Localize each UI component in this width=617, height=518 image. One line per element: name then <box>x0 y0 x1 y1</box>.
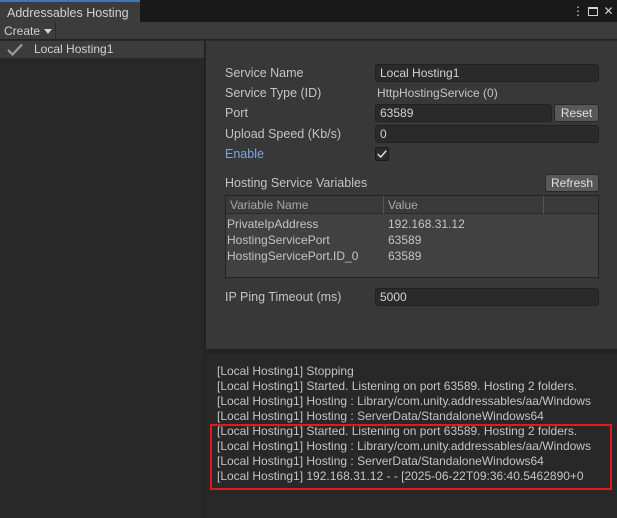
column-header-value[interactable]: Value <box>384 196 544 214</box>
service-name-field[interactable]: Local Hosting1 <box>375 64 599 82</box>
variable-value-cell: 192.168.31.12 <box>388 217 465 231</box>
log-line: [Local Hosting1] Hosting : ServerData/St… <box>217 409 544 423</box>
log-line: [Local Hosting1] Hosting : Library/com.u… <box>217 394 591 408</box>
variable-value-cell: 63589 <box>388 233 422 247</box>
close-icon[interactable]: ✕ <box>603 4 614 18</box>
highlight-annotation-box <box>210 424 612 490</box>
hosting-variables-heading: Hosting Service Variables <box>225 176 368 190</box>
create-dropdown-button[interactable]: Create <box>0 22 56 40</box>
log-line: [Local Hosting1] Started. Listening on p… <box>217 379 578 393</box>
service-list-item-label: Local Hosting1 <box>34 42 114 56</box>
upload-speed-label: Upload Speed (Kb/s) <box>225 127 342 141</box>
variable-name-cell: HostingServicePort <box>227 233 330 247</box>
maximize-icon[interactable] <box>588 7 598 16</box>
table-row[interactable]: PrivateIpAddress 192.168.31.12 <box>226 216 598 232</box>
enable-label: Enable <box>225 147 264 161</box>
ping-timeout-label: IP Ping Timeout (ms) <box>225 290 342 304</box>
port-label: Port <box>225 106 248 120</box>
ping-timeout-field[interactable]: 5000 <box>375 288 599 306</box>
tab-title: Addressables Hosting <box>7 6 129 20</box>
upload-speed-field[interactable]: 0 <box>375 125 599 143</box>
service-name-label: Service Name <box>225 66 304 80</box>
log-line: [Local Hosting1] Stopping <box>217 364 354 378</box>
refresh-button[interactable]: Refresh <box>545 174 599 192</box>
services-list: Local Hosting1 <box>0 41 205 518</box>
table-row[interactable]: HostingServicePort 63589 <box>226 232 598 248</box>
variable-name-cell: PrivateIpAddress <box>227 217 319 231</box>
port-field[interactable]: 63589 <box>375 104 552 122</box>
more-options-icon[interactable]: ⋮ <box>572 4 584 18</box>
tab-addressables-hosting[interactable]: Addressables Hosting <box>0 0 140 22</box>
service-type-value: HttpHostingService (0) <box>377 86 498 100</box>
variables-table: Variable Name Value PrivateIpAddress 192… <box>225 195 599 278</box>
toolbar: Create <box>0 22 617 40</box>
chevron-down-icon <box>44 29 52 34</box>
service-properties-panel: Service Name Local Hosting1 Service Type… <box>206 41 617 349</box>
column-header-variable-name[interactable]: Variable Name <box>226 196 384 214</box>
check-icon <box>7 43 23 56</box>
window-controls: ⋮ ✕ <box>572 3 614 19</box>
variable-value-cell: 63589 <box>388 249 422 263</box>
reset-button[interactable]: Reset <box>554 104 599 122</box>
table-row[interactable]: HostingServicePort.ID_0 63589 <box>226 248 598 264</box>
log-output: [Local Hosting1] Stopping [Local Hosting… <box>206 354 617 518</box>
window-tab-bar: Addressables Hosting ⋮ ✕ <box>0 0 617 22</box>
enable-checkbox[interactable] <box>375 147 389 161</box>
service-list-item[interactable]: Local Hosting1 <box>0 41 204 58</box>
checkmark-icon <box>377 150 387 159</box>
variables-table-header: Variable Name Value <box>226 196 598 214</box>
service-type-label: Service Type (ID) <box>225 86 322 100</box>
create-label: Create <box>4 24 41 38</box>
variable-name-cell: HostingServicePort.ID_0 <box>227 249 359 263</box>
